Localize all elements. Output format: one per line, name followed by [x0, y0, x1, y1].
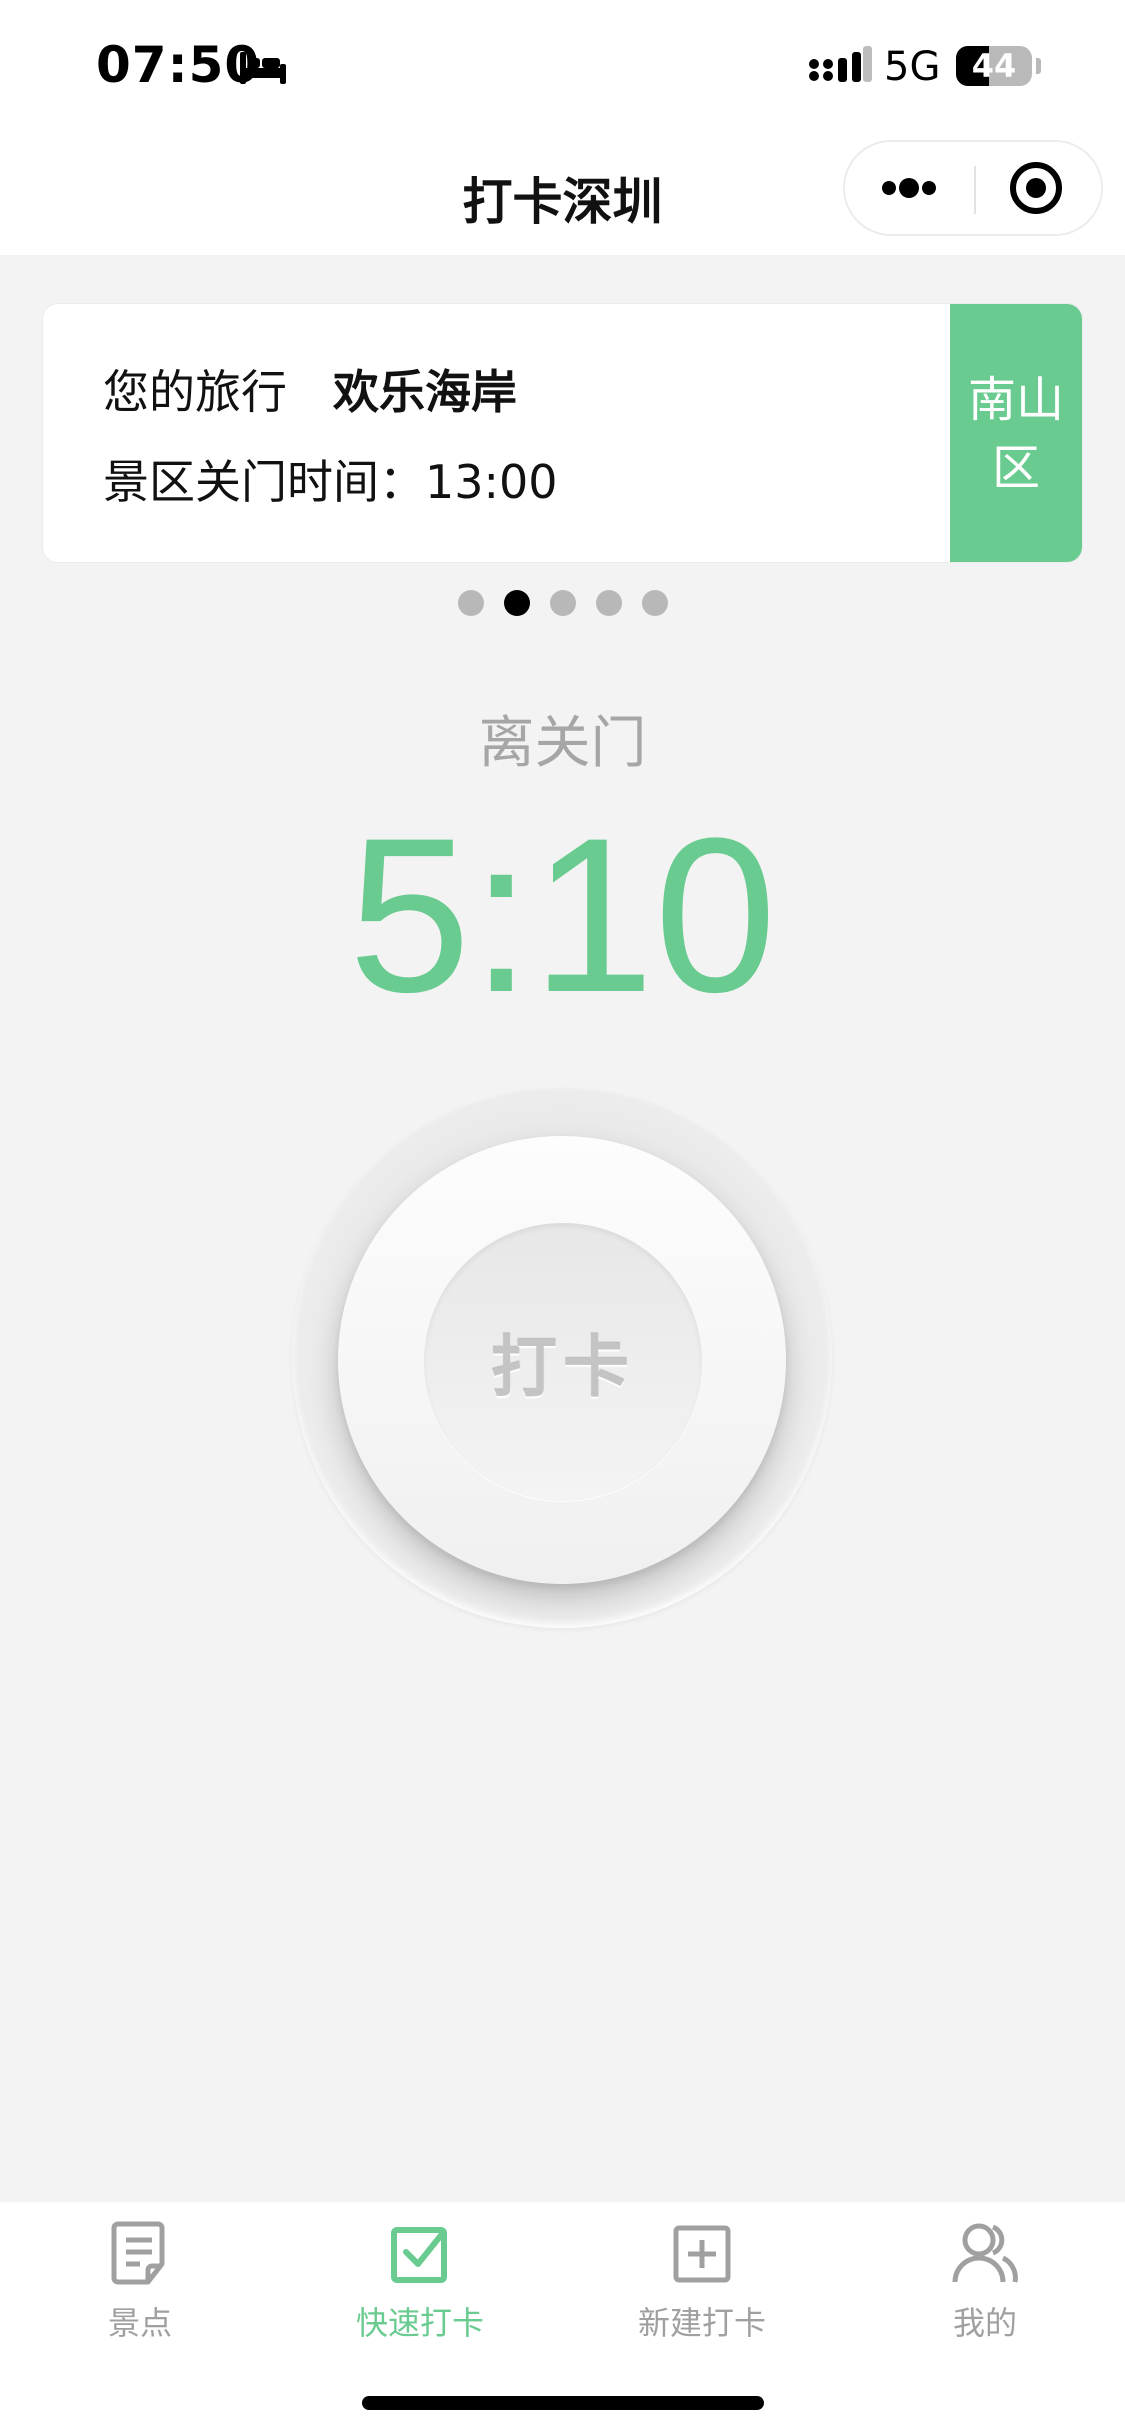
tab-mine[interactable]: 我的 [885, 2218, 1085, 2358]
carousel-indicator [0, 590, 1125, 616]
close-mini-program-button[interactable] [976, 142, 1101, 234]
trip-info-line: 您的旅行 欢乐海岸 [103, 356, 517, 422]
bed-icon [240, 52, 286, 84]
mini-program-capsule [843, 140, 1103, 236]
battery-level: 44 [971, 47, 1017, 85]
district-tag: 南山区 [950, 304, 1082, 562]
carousel-dot[interactable] [549, 590, 576, 616]
closing-time-line: 景区关门时间：13:00 [103, 446, 558, 512]
more-dots-icon [882, 178, 936, 198]
more-button[interactable] [845, 142, 974, 234]
users-icon [952, 2223, 1018, 2283]
battery-tip [1036, 58, 1041, 74]
status-bar: 07:50 5G 44 [0, 0, 1125, 130]
tab-label: 新建打卡 [637, 2304, 766, 2342]
checkin-button-label: 打卡 [491, 1329, 635, 1406]
tab-label: 我的 [952, 2304, 1017, 2342]
battery-icon: 44 [956, 46, 1032, 86]
carousel-dot[interactable] [503, 590, 530, 616]
trip-card[interactable]: 您的旅行 欢乐海岸 景区关门时间：13:00 南山区 [42, 303, 1083, 563]
home-indicator[interactable] [362, 2396, 764, 2410]
tab-label: 快速打卡 [355, 2304, 484, 2342]
cellular-signal-icon [809, 46, 872, 82]
tab-label: 景点 [107, 2304, 172, 2342]
carousel-dot[interactable] [457, 590, 484, 616]
plus-square-icon [673, 2225, 731, 2283]
trip-name: 欢乐海岸 [333, 365, 517, 419]
trip-label: 您的旅行 [103, 365, 287, 419]
countdown-value: 5:10 [348, 792, 777, 1038]
countdown-label: 离关门 [478, 711, 647, 776]
carousel-dot[interactable] [641, 590, 668, 616]
status-time: 07:50 [96, 36, 261, 94]
tab-attractions[interactable]: 景点 [40, 2218, 240, 2358]
target-circle-icon [1010, 162, 1062, 214]
document-edit-icon [111, 2221, 165, 2285]
tab-quick-checkin[interactable]: 快速打卡 [320, 2218, 520, 2358]
nav-bar: 打卡深圳 [0, 130, 1125, 255]
network-type: 5G [884, 44, 941, 90]
closing-time-value: 13:00 [425, 455, 558, 509]
closing-time-label: 景区关门时间： [103, 455, 425, 509]
tab-new-checkin[interactable]: 新建打卡 [602, 2218, 802, 2358]
checkin-button-face[interactable]: 打卡 [424, 1223, 702, 1501]
carousel-dot[interactable] [595, 590, 622, 616]
checkbox-icon [391, 2227, 447, 2283]
